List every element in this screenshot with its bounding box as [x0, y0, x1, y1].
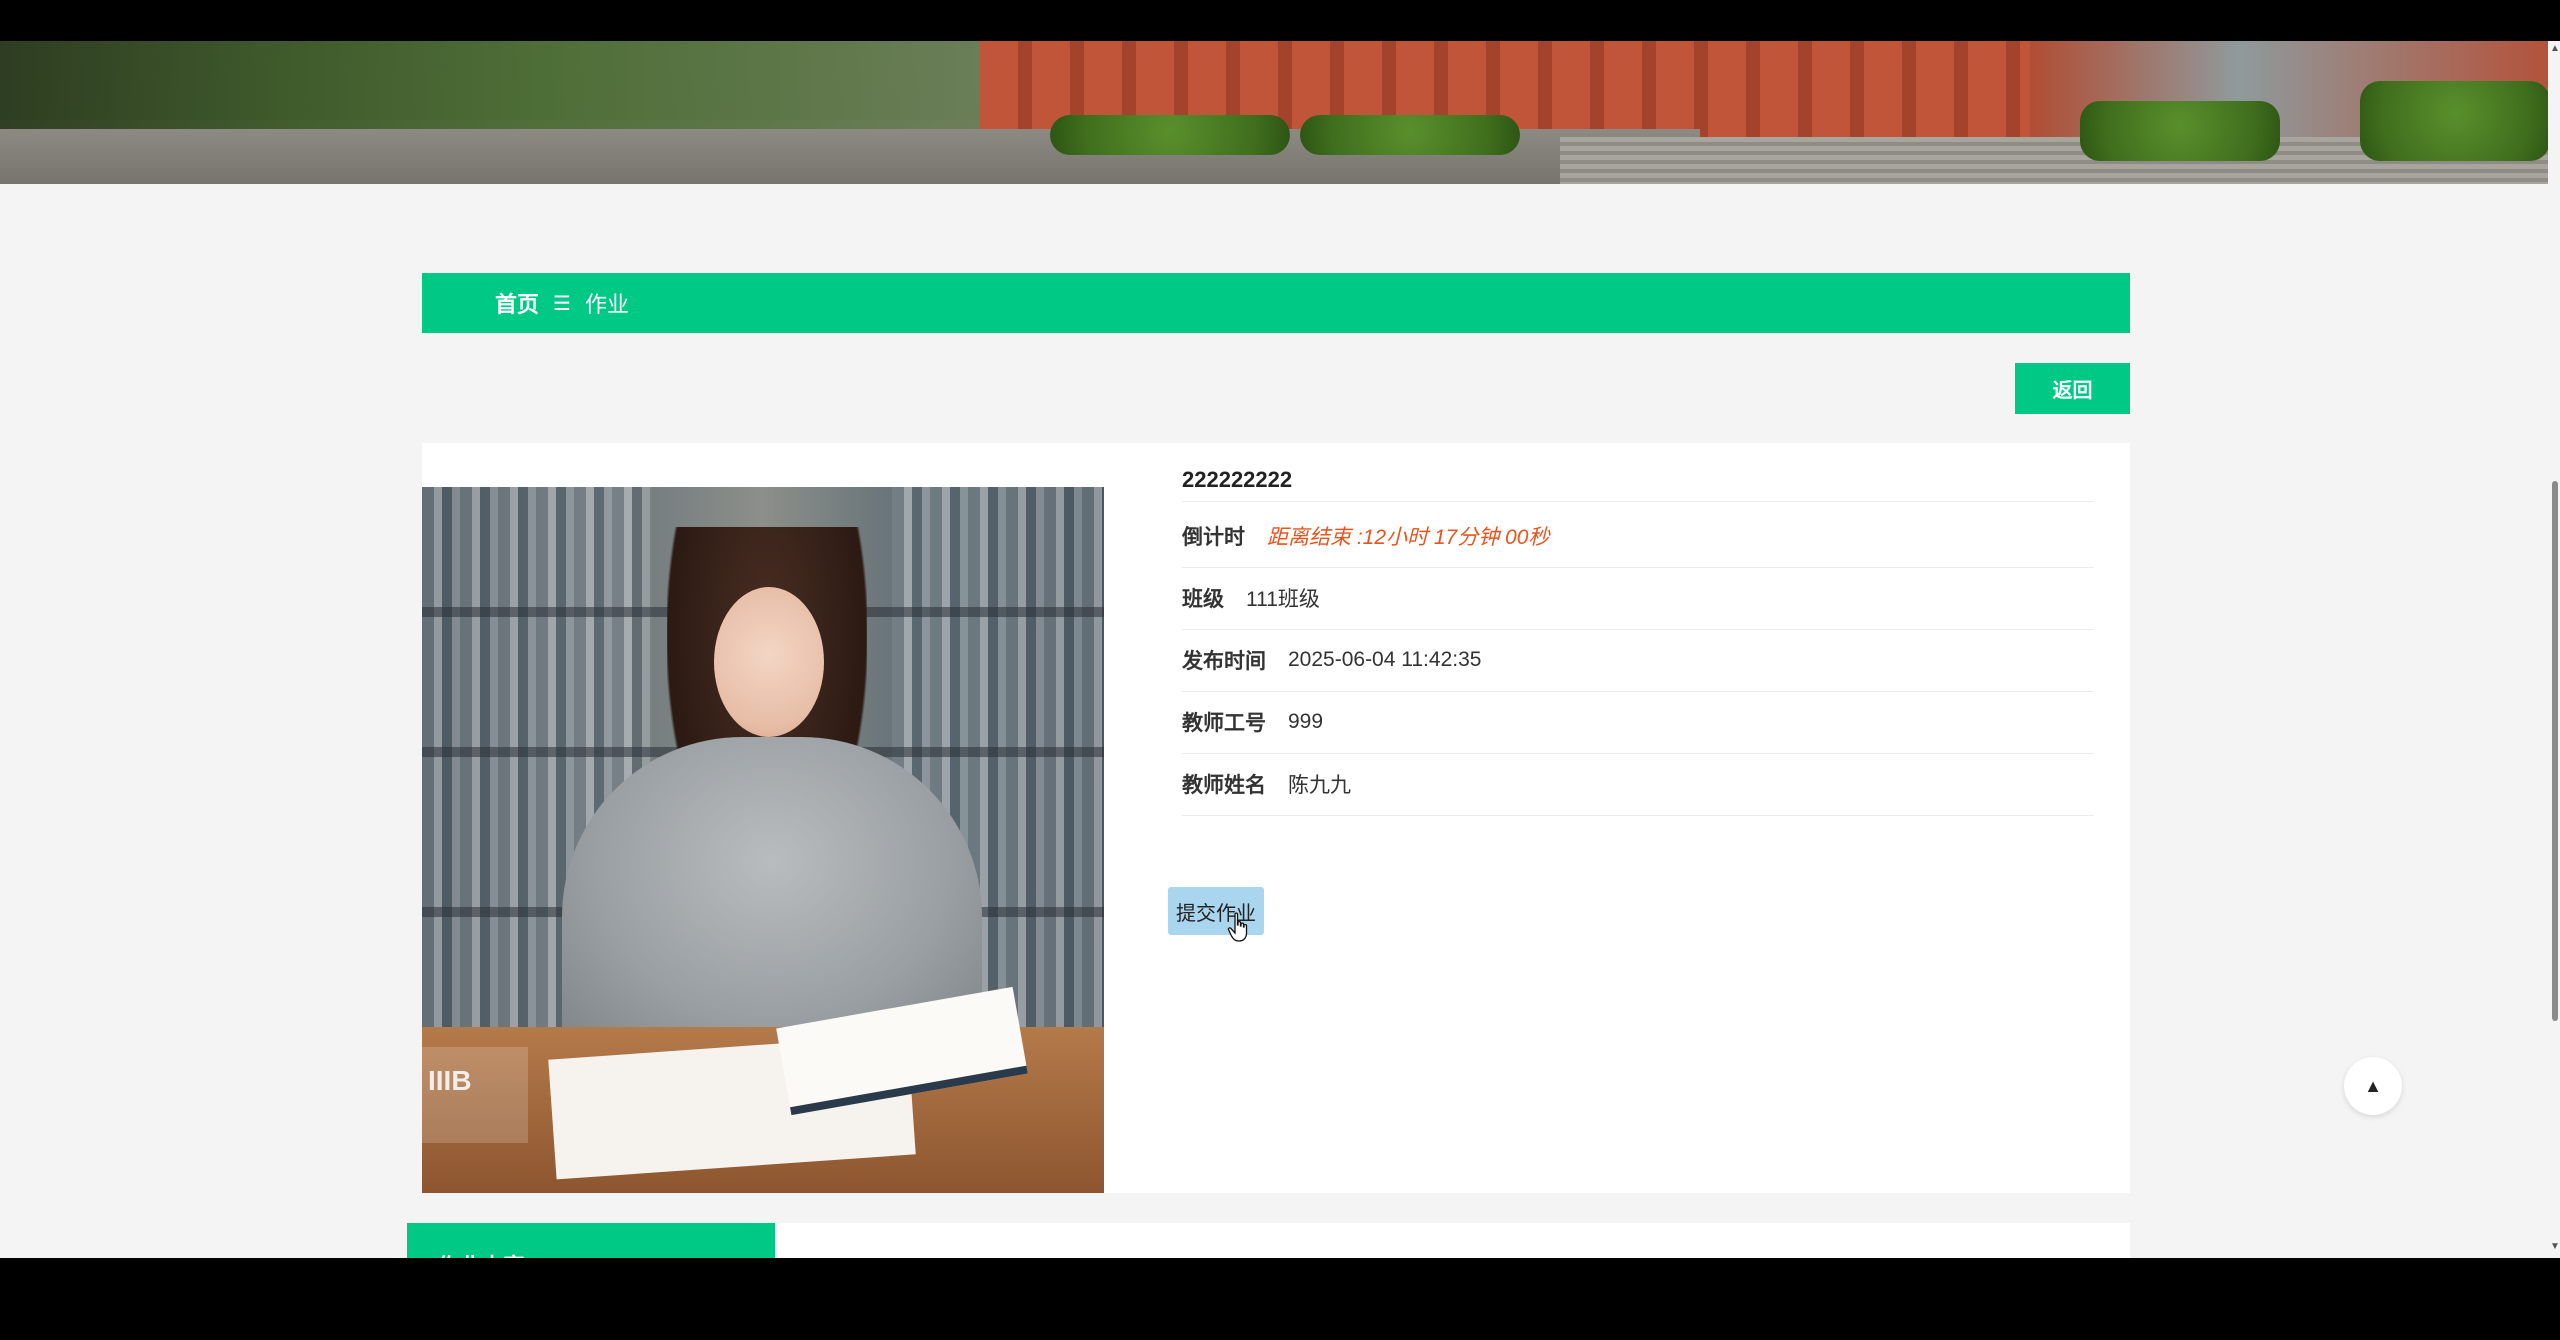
homework-content-panel [775, 1223, 2130, 1258]
countdown-label: 倒计时 [1182, 526, 1245, 549]
menu-icon: ☰ [553, 292, 571, 315]
scroll-down-arrow-icon[interactable]: ▼ [2550, 1241, 2560, 1252]
class-row: 班级 111班级 [1182, 567, 2094, 630]
countdown-value: 距离结束 :12小时 17分钟 00秒 [1267, 526, 1550, 549]
pointer-hand-icon [1227, 912, 1248, 942]
tab-homework-content[interactable]: 作业内容 [407, 1223, 775, 1258]
homework-cover-image: IIIB [422, 487, 1104, 1193]
breadcrumb: 首页 ☰ 作业 [422, 273, 2130, 333]
teacher-name-value: 陈九九 [1288, 774, 1351, 797]
publish-time-value: 2025-06-04 11:42:35 [1288, 648, 1482, 671]
teacher-id-value: 999 [1288, 710, 1324, 733]
breadcrumb-home-link[interactable]: 首页 [495, 287, 539, 319]
teacher-name-row: 教师姓名 陈九九 [1182, 753, 2094, 816]
scrollbar-thumb[interactable] [2552, 481, 2558, 1021]
homework-detail-card: IIIB 222222222 倒计时 距离结束 :12小时 17分钟 00秒 班… [422, 443, 2130, 1193]
screen-bottom-border [0, 1258, 2560, 1340]
banner-image [0, 41, 2548, 184]
scroll-up-arrow-icon[interactable]: ▲ [2550, 43, 2560, 54]
class-label: 班级 [1182, 588, 1224, 611]
browser-viewport: ▲ ▼ 首页 ☰ 作业 返回 IIIB 222222222 倒计时 距离结束:… [0, 41, 2560, 1258]
screen-top-border [0, 0, 2560, 41]
class-value: 111班级 [1246, 588, 1320, 611]
homework-title: 222222222 [1182, 467, 2094, 502]
publish-time-label: 发布时间 [1182, 650, 1266, 673]
teacher-id-label: 教师工号 [1182, 712, 1266, 735]
back-to-top-button[interactable]: ▲ [2344, 1057, 2402, 1115]
teacher-name-label: 教师姓名 [1182, 774, 1266, 797]
image-watermark: IIIB [422, 1047, 528, 1143]
breadcrumb-current: 作业 [584, 292, 629, 317]
publish-time-row: 发布时间 2025-06-04 11:42:35 [1182, 629, 2094, 692]
arrow-up-icon: ▲ [2364, 1075, 2382, 1096]
submit-homework-button[interactable]: 提交作业 [1168, 887, 1264, 935]
back-button[interactable]: 返回 [2015, 363, 2130, 414]
countdown-row: 倒计时 距离结束 :12小时 17分钟 00秒 [1182, 505, 2094, 568]
teacher-id-row: 教师工号 999 [1182, 691, 2094, 754]
